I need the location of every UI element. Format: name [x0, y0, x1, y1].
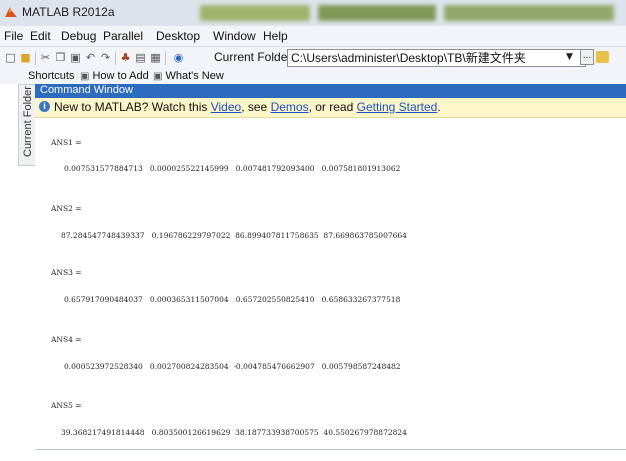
title-bar: MATLAB R2012a	[0, 0, 626, 27]
info-icon: i	[39, 101, 50, 112]
output-values: 0.657917090484037 0.000365311507004 0.65…	[64, 295, 401, 304]
video-link[interactable]: Video	[211, 100, 241, 114]
matlab-logo-icon	[5, 7, 17, 17]
notice-separator: , see	[241, 100, 271, 114]
redo-icon[interactable]: ↷	[99, 51, 112, 64]
getting-started-link[interactable]: Getting Started	[357, 100, 438, 114]
new-file-icon[interactable]: □	[4, 51, 17, 64]
getting-started-notice: i New to MATLAB? Watch this Video, see D…	[35, 98, 626, 118]
toolbar-divider	[165, 51, 166, 65]
output-values: 0.007531577884713 0.000025522145999 0.00…	[64, 164, 401, 173]
chevron-down-icon[interactable]: ▼	[566, 52, 573, 62]
simulink-icon[interactable]: ♣	[119, 51, 132, 64]
menu-bar: File Edit Debug Parallel Desktop Window …	[0, 26, 626, 47]
output-variable-label: ANS4 =	[51, 335, 82, 344]
taskbar-blurred-app[interactable]	[444, 5, 614, 21]
open-folder-icon[interactable]: ■	[19, 51, 32, 64]
command-window-bottom-border	[35, 449, 626, 450]
command-window-title: Command Window	[40, 84, 133, 96]
taskbar-blurred-app[interactable]	[318, 5, 436, 21]
browse-folder-button[interactable]: ...	[580, 49, 594, 65]
menu-help[interactable]: Help	[263, 29, 288, 43]
how-to-add-link[interactable]: ▣ How to Add	[80, 70, 149, 82]
taskbar-blurred-app[interactable]	[200, 5, 310, 21]
notice-suffix: .	[437, 100, 441, 114]
notice-text: New to MATLAB? Watch this Video, see Dem…	[54, 100, 441, 114]
shortcuts-bar: Shortcuts ▣ How to Add ▣ What's New	[0, 69, 626, 85]
current-folder-label: Current Folder:	[214, 50, 295, 64]
menu-edit[interactable]: Edit	[30, 29, 51, 43]
output-values: 87.284547748439337 0.196786229797022 86.…	[61, 231, 407, 240]
output-variable-label: ANS2 =	[51, 204, 82, 213]
toolbar-divider	[35, 51, 36, 65]
whats-new-link[interactable]: ▣ What's New	[153, 70, 224, 82]
output-variable-label: ANS5 =	[51, 401, 82, 410]
undo-icon[interactable]: ↶	[84, 51, 97, 64]
shortcut-icon: ▣	[80, 71, 90, 82]
whats-new-label: What's New	[165, 70, 224, 82]
folder-up-icon[interactable]	[596, 51, 609, 63]
paste-icon[interactable]: ▣	[69, 51, 82, 64]
current-folder-tab-label: Current Folder	[22, 86, 34, 157]
guide-icon[interactable]: ▤	[134, 51, 147, 64]
command-window-header[interactable]: Command Window	[35, 84, 626, 98]
notice-separator: , or read	[308, 100, 357, 114]
help-icon[interactable]: ◉	[172, 51, 185, 64]
output-values: 0.000523972528340 0.002700824283504 -0.0…	[64, 362, 401, 371]
toolbar: □ ■ ✂ ❐ ▣ ↶ ↷ ♣ ▤ ▦ ◉ Current Folder: C:…	[0, 47, 626, 70]
current-folder-tab[interactable]: Current Folder	[18, 84, 36, 166]
current-folder-field[interactable]: C:\Users\administer\Desktop\TB\新建文件夹	[287, 49, 586, 67]
menu-debug[interactable]: Debug	[61, 29, 96, 43]
side-panel-strip	[0, 84, 18, 461]
copy-icon[interactable]: ❐	[54, 51, 67, 64]
cut-icon[interactable]: ✂	[39, 51, 52, 64]
shortcut-icon: ▣	[153, 71, 163, 82]
output-variable-label: ANS1 =	[51, 138, 82, 147]
output-values: 39.368217491814448 0.803500126619629 38.…	[61, 428, 407, 437]
shortcuts-label[interactable]: Shortcuts	[28, 70, 74, 82]
menu-file[interactable]: File	[4, 29, 23, 43]
command-window-output[interactable]: ANS1 = 0.007531577884713 0.0000255221459…	[35, 118, 626, 461]
menu-window[interactable]: Window	[213, 29, 256, 43]
output-variable-label: ANS3 =	[51, 268, 82, 277]
toolbar-divider	[115, 51, 116, 65]
notice-prefix: New to MATLAB? Watch this	[54, 100, 211, 114]
how-to-add-label: How to Add	[92, 70, 149, 82]
menu-parallel[interactable]: Parallel	[103, 29, 143, 43]
profiler-icon[interactable]: ▦	[149, 51, 162, 64]
menu-desktop[interactable]: Desktop	[156, 29, 200, 43]
demos-link[interactable]: Demos	[271, 100, 309, 114]
window-title: MATLAB R2012a	[22, 5, 115, 19]
